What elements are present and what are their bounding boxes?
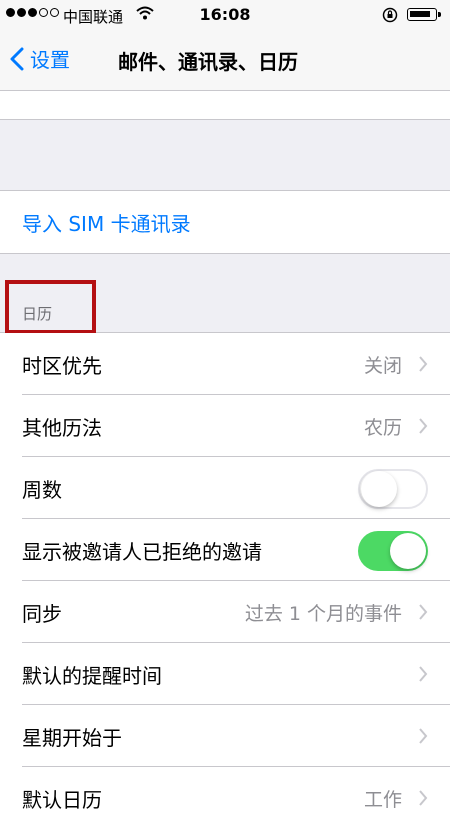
- back-label: 设置: [30, 48, 70, 72]
- row-value: 工作: [363, 788, 402, 811]
- row-label: 时区优先: [22, 353, 102, 378]
- page-title: 邮件、通讯录、日历: [118, 50, 298, 74]
- row-label: 同步: [22, 601, 62, 626]
- default-alert-times-row[interactable]: 默认的提醒时间: [0, 643, 450, 705]
- week-numbers-row: 周数: [0, 457, 450, 519]
- row-label: 显示被邀请人已拒绝的邀请: [22, 539, 262, 564]
- show-declined-row: 显示被邀请人已拒绝的邀请: [0, 519, 450, 581]
- rotation-lock-icon: [382, 7, 398, 27]
- status-bar: 中国联通 16:08: [0, 0, 450, 30]
- show-declined-toggle[interactable]: [358, 531, 428, 571]
- back-button[interactable]: 设置: [10, 44, 70, 73]
- list-item[interactable]: [0, 91, 450, 119]
- group-spacer: [0, 119, 450, 191]
- chevron-right-icon: [419, 418, 428, 434]
- week-numbers-toggle[interactable]: [358, 469, 428, 509]
- nav-bar: 设置 邮件、通讯录、日历: [0, 30, 450, 91]
- default-calendar-row[interactable]: 默认日历 工作: [0, 767, 450, 829]
- row-value: 关闭: [363, 354, 402, 377]
- battery-icon: [407, 8, 441, 21]
- chevron-right-icon: [419, 356, 428, 372]
- calendar-section-header: 日历: [0, 253, 450, 334]
- chevron-right-icon: [419, 666, 428, 682]
- sync-row[interactable]: 同步 过去 1 个月的事件: [0, 581, 450, 643]
- row-value: 农历: [363, 416, 402, 439]
- row-label: 默认的提醒时间: [22, 663, 162, 688]
- chevron-right-icon: [419, 604, 428, 620]
- import-sim-label: 导入 SIM 卡通讯录: [22, 211, 191, 236]
- timezone-override-row[interactable]: 时区优先 关闭: [0, 333, 450, 395]
- alternate-calendars-row[interactable]: 其他历法 农历: [0, 395, 450, 457]
- start-week-on-row[interactable]: 星期开始于: [0, 705, 450, 767]
- chevron-right-icon: [419, 728, 428, 744]
- highlight-box: [5, 280, 96, 334]
- chevron-left-icon: [10, 47, 24, 70]
- row-label: 默认日历: [22, 787, 102, 812]
- row-label: 周数: [22, 477, 62, 502]
- settings-list: 导入 SIM 卡通讯录 日历 时区优先 关闭 其他历法 农历 周数 显示被邀请人…: [0, 91, 450, 829]
- row-value: 过去 1 个月的事件: [244, 602, 402, 625]
- row-label: 其他历法: [22, 415, 102, 440]
- row-label: 星期开始于: [22, 725, 122, 750]
- import-sim-contacts-button[interactable]: 导入 SIM 卡通讯录: [0, 191, 450, 253]
- chevron-right-icon: [419, 790, 428, 806]
